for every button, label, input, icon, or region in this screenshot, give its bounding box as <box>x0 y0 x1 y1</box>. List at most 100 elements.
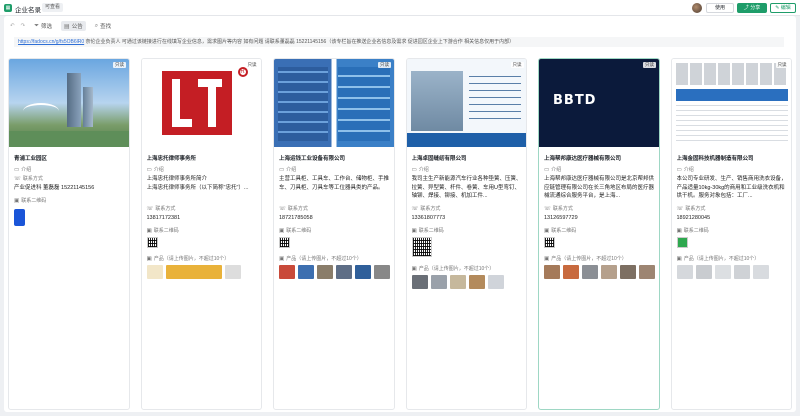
image-icon: ▣ <box>411 227 417 234</box>
company-name: 上海帮邦康达医疗器械有限公司 <box>544 156 622 162</box>
intro-value: 上海忠托律师事务所简介 上海忠托律师事务所（以下简称"忠托"）... <box>147 175 259 201</box>
qr-image[interactable] <box>279 237 290 248</box>
company-card[interactable]: 只读 上海金固科技机器制造有限公司 ▭ 介绍 本公司专业研发、生产、销售商用洗衣设… <box>670 58 792 410</box>
company-name: 上海卓固缝纫有限公司 <box>411 156 467 162</box>
readonly-badge: 只读 <box>245 62 259 68</box>
products-label-text: 产品（请上传图片，不超过10个） <box>551 256 627 262</box>
contact-label-text: 联系方式 <box>287 206 308 212</box>
product-thumb[interactable] <box>317 265 333 279</box>
product-thumb[interactable] <box>582 265 598 279</box>
contact-label-text: 联系方式 <box>685 206 706 212</box>
product-thumb[interactable] <box>298 265 314 279</box>
product-thumb[interactable] <box>411 275 428 289</box>
product-thumb[interactable] <box>449 275 466 289</box>
avatar[interactable] <box>692 3 702 13</box>
product-thumb[interactable] <box>544 265 560 279</box>
notice-button[interactable]: ▤ 公告 <box>61 21 86 31</box>
notice-text: 奈伦企业负责人 可通过该链接进行在线填写企业信息，需求图片等内容 如有问题 请联… <box>84 39 515 45</box>
product-thumb[interactable] <box>430 275 447 289</box>
readonly-badge: 只读 <box>643 62 656 68</box>
product-thumb[interactable] <box>336 265 352 279</box>
search-button[interactable]: ⌕ 查找 <box>92 21 114 31</box>
qr-image[interactable] <box>676 237 688 248</box>
contact-label: ☏ 联系方式 <box>411 205 441 213</box>
product-thumb[interactable] <box>733 265 750 279</box>
product-thumb[interactable] <box>639 265 655 279</box>
phone-icon: ☏ <box>676 205 684 212</box>
product-thumb[interactable] <box>146 265 163 279</box>
intro-label: ▭ 介绍 <box>14 166 31 174</box>
qr-image[interactable] <box>411 237 432 257</box>
contact-label-text: 联系方式 <box>22 176 43 182</box>
contact-value: 产业促进科 董磊磊 15221145156 <box>14 185 95 191</box>
intro-label-text: 介绍 <box>551 167 562 173</box>
readonly-badge: 只读 <box>510 62 524 68</box>
edit-button[interactable]: ✎ 编辑 <box>770 3 796 13</box>
products-label-text: 产品（请上传图片，不超过10个） <box>286 256 362 262</box>
product-thumb[interactable] <box>601 265 617 279</box>
company-card[interactable]: 只读 上海运钱工业设备有限公司 ▭ 介绍 主营工具柜、工具车、工作台、储物柜、手推… <box>273 58 395 410</box>
readonly-badge: 只读 <box>775 62 789 68</box>
intro-label-text: 介绍 <box>418 167 429 173</box>
use-button[interactable]: 使用 <box>706 3 734 13</box>
share-button[interactable]: ⤴ 分享 <box>737 3 767 13</box>
product-thumbs <box>544 265 655 279</box>
filter-button[interactable]: ⏷ 筛选 <box>31 21 55 31</box>
intro-label: ▭ 介绍 <box>412 166 429 174</box>
product-thumb[interactable] <box>165 265 222 279</box>
search-label: 查找 <box>100 24 112 30</box>
comment-icon: ▭ <box>14 166 20 173</box>
product-thumb[interactable] <box>752 265 769 279</box>
company-card[interactable]: 只读 青浦工业园区 ▭ 介绍 ☏ 联系方式 产业促进科 董磊磊 1522114515… <box>8 58 130 410</box>
filter-icon: ⏷ <box>34 22 40 29</box>
image-icon: ▣ <box>676 227 682 234</box>
top-bar: ▦ 企业名录 可查看 使用 ⤴ 分享 ✎ 编辑 <box>0 0 800 16</box>
product-thumb[interactable] <box>224 265 241 279</box>
qr-image[interactable] <box>146 237 158 248</box>
edit-label: 编辑 <box>780 5 791 11</box>
product-thumb[interactable] <box>279 265 295 279</box>
toolbar: ↶ ↷ ⏷ 筛选 ▤ 公告 ⌕ 查找 <box>10 20 114 32</box>
image-icon: ▣ <box>146 227 152 234</box>
product-thumb[interactable] <box>487 275 504 289</box>
qr-label-text: 联系二维码 <box>683 228 709 234</box>
qr-label: ▣ 联系二维码 <box>14 197 47 205</box>
product-thumb[interactable] <box>355 265 371 279</box>
qr-label: ▣ 联系二维码 <box>279 227 311 235</box>
doc-title[interactable]: 企业名录 <box>15 4 41 14</box>
intro-value: 上海帮邦康达医疗器械有限公司是北京帮邦供应链管理有限公司在长三角地区布局的医疗器… <box>544 176 655 199</box>
phone-icon: ☏ <box>411 205 419 212</box>
company-card[interactable]: R 只读 上海忠托律师事务所 ▭ 介绍 上海忠托律师事务所简介 上海忠托律师事务所（… <box>140 58 262 410</box>
products-label: ▣ 产品（请上传图片，不超过10个） <box>677 255 760 263</box>
card-gallery: 只读 青浦工业园区 ▭ 介绍 ☏ 联系方式 产业促进科 董磊磊 1522114515… <box>8 58 792 410</box>
product-thumb[interactable] <box>695 265 712 279</box>
qr-label-text: 联系二维码 <box>21 198 47 204</box>
qr-image[interactable] <box>544 237 555 248</box>
contact-value: 13361807773 <box>411 215 446 221</box>
product-thumb[interactable] <box>620 265 636 279</box>
notice-link[interactable]: https://fadocs.cn/g/fs5OB6lR0 <box>18 39 84 45</box>
product-thumb[interactable] <box>714 265 731 279</box>
undo-icon[interactable]: ↶ <box>10 23 15 29</box>
company-card[interactable]: 只读 上海卓固缝纫有限公司 ▭ 介绍 我司主生产新能源汽车行业各种垫簧、压簧、拉簧… <box>405 58 527 410</box>
readonly-badge: 只读 <box>378 62 391 68</box>
cover-image: R 只读 <box>141 59 262 147</box>
redo-icon[interactable]: ↷ <box>21 23 26 29</box>
contact-label: ☏ 联系方式 <box>147 205 176 213</box>
company-card[interactable]: BBTD 只读 上海帮邦康达医疗器械有限公司 ▭ 介绍 上海帮邦康达医疗器械有限公… <box>538 58 660 410</box>
readonly-badge: 只读 <box>113 62 126 68</box>
cover-image: BBTD 只读 <box>539 59 659 147</box>
phone-icon: ☏ <box>14 175 21 182</box>
product-thumb[interactable] <box>374 265 390 279</box>
qr-image[interactable] <box>14 209 25 226</box>
product-thumb[interactable] <box>563 265 579 279</box>
contact-label: ☏ 联系方式 <box>544 205 573 213</box>
products-label: ▣ 产品（请上传图片，不超过10个） <box>544 255 627 263</box>
intro-label: ▭ 介绍 <box>147 166 164 174</box>
product-thumb[interactable] <box>468 275 485 289</box>
gallery-panel: ↶ ↷ ⏷ 筛选 ▤ 公告 ⌕ 查找 https://fadocs.cn/g/fs5O… <box>4 16 796 412</box>
qr-label-text: 联系二维码 <box>153 228 179 234</box>
product-thumbs <box>146 265 241 279</box>
contact-value: 13817172381 <box>146 215 181 221</box>
product-thumb[interactable] <box>676 265 693 279</box>
